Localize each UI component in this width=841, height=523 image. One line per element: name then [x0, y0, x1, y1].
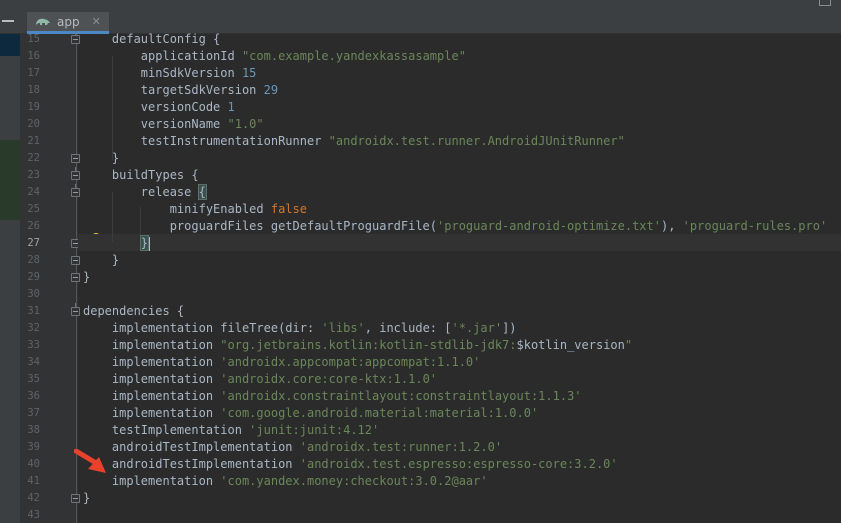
code-editor[interactable]: defaultConfig { applicationId "com.examp… — [78, 32, 841, 523]
code-line-16: applicationId "com.example.yandexkassasa… — [83, 49, 466, 63]
gradle-elephant-icon — [36, 18, 50, 25]
code-line-17: minSdkVersion 15 — [83, 66, 257, 80]
line-number: 28 — [27, 254, 40, 266]
code-line-32: implementation fileTree(dir: 'libs', inc… — [83, 321, 517, 335]
code-line-15: defaultConfig { — [83, 32, 221, 46]
project-tool-strip[interactable] — [0, 0, 20, 523]
red-arrow-icon — [74, 449, 106, 473]
line-number: 20 — [27, 118, 40, 130]
line-number: 31 — [27, 305, 40, 317]
line-number: 24 — [27, 186, 40, 198]
selected-tree-row[interactable] — [0, 34, 20, 56]
restore-icon[interactable] — [819, 0, 831, 6]
code-line-28: } — [83, 253, 120, 267]
matched-brace: } — [139, 235, 150, 251]
code-line-26: proguardFiles getDefaultProguardFile('pr… — [83, 219, 828, 233]
line-number: 29 — [27, 271, 40, 283]
line-number: 18 — [27, 84, 40, 96]
minimize-icon[interactable] — [2, 20, 14, 22]
code-line-34: implementation 'androidx.appcompat:appco… — [83, 355, 481, 369]
line-number: 15 — [27, 33, 40, 45]
code-line-27: } — [83, 235, 151, 252]
tree-highlight — [0, 140, 20, 220]
line-number: 26 — [27, 220, 40, 232]
code-line-29: } — [83, 270, 91, 284]
line-number: 37 — [27, 407, 40, 419]
line-number: 41 — [27, 475, 40, 487]
line-number: 25 — [27, 203, 40, 215]
line-number: 23 — [27, 169, 40, 181]
code-line-20: versionName "1.0" — [83, 117, 264, 131]
line-number: 16 — [27, 50, 40, 62]
code-line-36: implementation 'androidx.constraintlayou… — [83, 389, 582, 403]
code-line-40: androidTestImplementation 'androidx.test… — [83, 457, 618, 471]
line-number: 21 — [27, 135, 40, 147]
editor-gutter: 15 16 17 18 19 20 21 22 23 24 25 26 27 28 29 30 31 32 33 34… — [20, 31, 80, 523]
editor-tab-bar: app ✕ — [20, 0, 841, 34]
code-line-18: targetSdkVersion 29 — [83, 83, 279, 97]
line-number: 36 — [27, 390, 40, 402]
line-number: 42 — [27, 492, 40, 504]
line-number: 34 — [27, 356, 40, 368]
code-line-39: androidTestImplementation 'androidx.test… — [83, 440, 503, 454]
matched-brace: { — [197, 184, 207, 200]
code-line-19: versionCode 1 — [83, 100, 235, 114]
tab-label: app — [57, 14, 80, 29]
code-line-24: release { — [83, 184, 207, 200]
tab-close-icon[interactable]: ✕ — [92, 15, 101, 28]
line-number: 19 — [27, 101, 40, 113]
code-line-37: implementation 'com.google.android.mater… — [83, 406, 539, 420]
code-line-38: testImplementation 'junit:junit:4.12' — [83, 423, 380, 437]
code-line-42: } — [83, 491, 91, 505]
current-line-highlight — [78, 234, 841, 251]
text-caret — [148, 236, 151, 251]
code-line-25: minifyEnabled false — [83, 202, 307, 216]
line-number: 38 — [27, 424, 40, 436]
code-line-22: } — [83, 151, 120, 165]
code-line-31: dependencies { — [83, 304, 185, 318]
line-number: 39 — [27, 441, 40, 453]
line-number: 27 — [27, 237, 40, 249]
code-line-33: implementation "org.jetbrains.kotlin:kot… — [83, 338, 633, 352]
line-number: 17 — [27, 67, 40, 79]
line-number: 33 — [27, 339, 40, 351]
code-line-21: testInstrumentationRunner "androidx.test… — [83, 134, 625, 148]
code-line-41: implementation 'com.yandex.money:checkou… — [83, 474, 488, 488]
code-line-23: buildTypes { — [83, 168, 199, 182]
line-number: 40 — [27, 458, 40, 470]
line-number: 32 — [27, 322, 40, 334]
code-line-35: implementation 'androidx.core:core-ktx:1… — [83, 372, 438, 386]
tool-window-header — [0, 0, 20, 34]
line-number: 35 — [27, 373, 40, 385]
line-number: 30 — [27, 288, 40, 300]
line-number: 43 — [27, 509, 40, 521]
line-number: 22 — [27, 152, 40, 164]
